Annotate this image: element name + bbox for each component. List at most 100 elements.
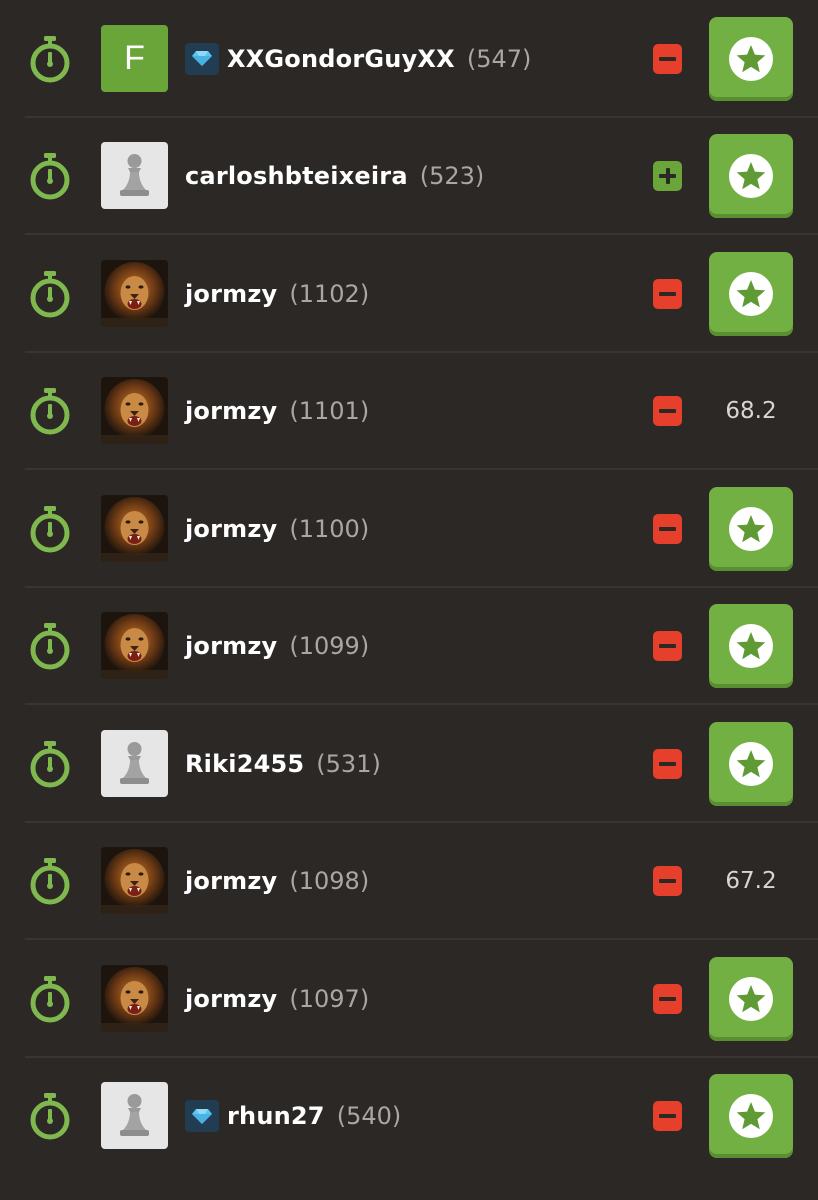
- rating: (523): [419, 162, 485, 191]
- minus-icon: [659, 56, 676, 61]
- username[interactable]: jormzy: [185, 867, 277, 895]
- username[interactable]: jormzy: [185, 632, 277, 660]
- minus-icon: [659, 761, 676, 766]
- player-row[interactable]: jormzy (1100): [0, 470, 818, 588]
- player-row[interactable]: jormzy (1098) 67.2: [0, 823, 818, 940]
- player-row[interactable]: rhun27 (540): [0, 1058, 818, 1176]
- star-icon: [728, 506, 774, 552]
- stopwatch-icon: [27, 152, 73, 200]
- rating: (531): [316, 749, 381, 778]
- username[interactable]: rhun27: [227, 1102, 325, 1130]
- star-icon: [728, 741, 774, 787]
- username[interactable]: jormzy: [185, 985, 277, 1013]
- rating: (540): [336, 1102, 402, 1131]
- avatar[interactable]: [101, 729, 168, 797]
- minus-icon: [659, 1114, 676, 1119]
- add-friend-button[interactable]: [653, 161, 682, 192]
- avatar[interactable]: [101, 847, 168, 915]
- player-row[interactable]: Riki2455 (531): [0, 705, 818, 823]
- plus-icon-vertical: [665, 168, 670, 185]
- avatar[interactable]: [101, 494, 168, 562]
- minus-icon: [659, 996, 676, 1001]
- player-name-group: jormzy (1100): [185, 511, 369, 547]
- stopwatch-icon: [27, 975, 73, 1023]
- challenge-button[interactable]: [709, 956, 793, 1041]
- rating: (547): [466, 44, 532, 73]
- minus-icon: [659, 409, 676, 414]
- star-icon: [728, 623, 774, 669]
- avatar[interactable]: F: [101, 24, 168, 92]
- star-icon: [728, 1093, 774, 1139]
- stopwatch-icon: [27, 857, 73, 905]
- minus-icon: [659, 879, 676, 884]
- remove-friend-button[interactable]: [653, 43, 682, 74]
- player-name-group: jormzy (1097): [185, 981, 369, 1017]
- username[interactable]: Riki2455: [185, 750, 304, 778]
- star-icon: [728, 153, 774, 199]
- avatar[interactable]: [101, 612, 168, 680]
- avatar[interactable]: [101, 377, 168, 445]
- avatar[interactable]: [101, 142, 168, 210]
- rating: (1097): [289, 984, 370, 1013]
- challenge-button[interactable]: [709, 134, 793, 219]
- player-name-group: jormzy (1099): [185, 628, 369, 664]
- challenge-button[interactable]: [709, 16, 793, 101]
- remove-friend-button[interactable]: [653, 396, 682, 427]
- remove-friend-button[interactable]: [653, 513, 682, 544]
- minus-icon: [659, 526, 676, 531]
- player-name-group: jormzy (1098): [185, 863, 369, 899]
- star-icon: [728, 976, 774, 1022]
- stopwatch-icon: [27, 1092, 73, 1140]
- player-row[interactable]: jormzy (1102): [0, 235, 818, 353]
- player-name-group: rhun27 (540): [185, 1098, 401, 1134]
- stopwatch-icon: [27, 35, 73, 83]
- stopwatch-icon: [27, 387, 73, 435]
- stopwatch-icon: [27, 270, 73, 318]
- diamond-icon: [185, 1100, 219, 1133]
- score-value: 67.2: [725, 868, 777, 895]
- challenge-button[interactable]: [709, 486, 793, 571]
- player-list: F XXGondorGuyXX (547) carloshbteixeira (523)…: [0, 0, 818, 1200]
- player-row[interactable]: jormzy (1097): [0, 940, 818, 1058]
- username[interactable]: XXGondorGuyXX: [227, 45, 455, 73]
- remove-friend-button[interactable]: [653, 278, 682, 309]
- player-row[interactable]: jormzy (1101) 68.2: [0, 353, 818, 470]
- rating: (1100): [289, 514, 370, 543]
- player-name-group: jormzy (1102): [185, 276, 369, 312]
- avatar[interactable]: [101, 259, 168, 327]
- player-row[interactable]: F XXGondorGuyXX (547): [0, 0, 818, 118]
- star-icon: [728, 36, 774, 82]
- stopwatch-icon: [27, 622, 73, 670]
- stopwatch-icon: [27, 740, 73, 788]
- challenge-button[interactable]: [709, 604, 793, 689]
- avatar[interactable]: [101, 1082, 168, 1150]
- star-icon: [728, 271, 774, 317]
- challenge-button[interactable]: [709, 721, 793, 806]
- minus-icon: [659, 291, 676, 296]
- challenge-button[interactable]: [709, 1074, 793, 1159]
- username[interactable]: carloshbteixeira: [185, 162, 408, 190]
- remove-friend-button[interactable]: [653, 866, 682, 897]
- rating: (1098): [289, 867, 370, 896]
- remove-friend-button[interactable]: [653, 748, 682, 779]
- username[interactable]: jormzy: [185, 515, 277, 543]
- rating: (1099): [289, 632, 370, 661]
- username[interactable]: jormzy: [185, 280, 277, 308]
- player-row[interactable]: jormzy (1099): [0, 588, 818, 705]
- avatar[interactable]: [101, 964, 168, 1032]
- rating: (1101): [289, 397, 370, 426]
- rating: (1102): [289, 279, 370, 308]
- challenge-button[interactable]: [709, 251, 793, 336]
- username[interactable]: jormzy: [185, 397, 277, 425]
- player-name-group: XXGondorGuyXX (547): [185, 41, 531, 77]
- remove-friend-button[interactable]: [653, 1101, 682, 1132]
- player-name-group: Riki2455 (531): [185, 746, 381, 782]
- player-row[interactable]: carloshbteixeira (523): [0, 118, 818, 235]
- score-value: 68.2: [725, 398, 777, 425]
- remove-friend-button[interactable]: [653, 983, 682, 1014]
- minus-icon: [659, 644, 676, 649]
- remove-friend-button[interactable]: [653, 631, 682, 662]
- player-name-group: carloshbteixeira (523): [185, 158, 484, 194]
- diamond-icon: [185, 42, 219, 75]
- stopwatch-icon: [27, 505, 73, 553]
